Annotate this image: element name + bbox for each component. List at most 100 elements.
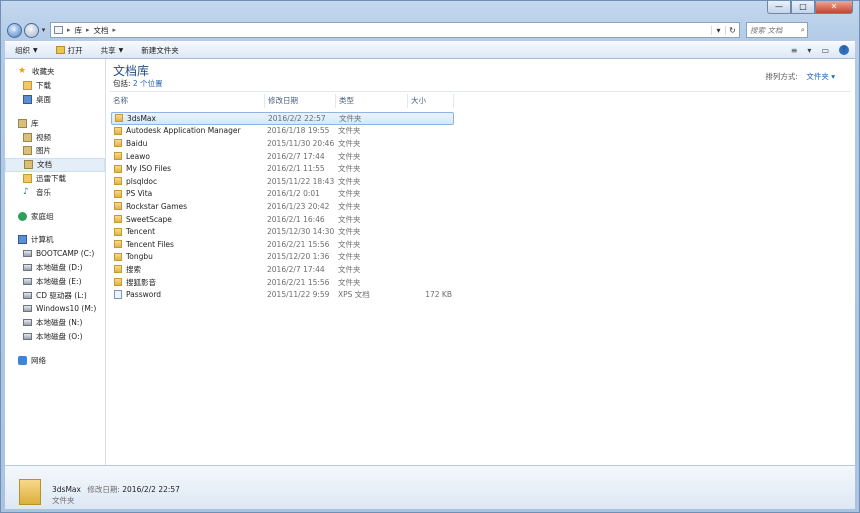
close-button[interactable]: ✕ bbox=[815, 1, 853, 14]
sidebar-item-drive-e[interactable]: 本地磁盘 (E:) bbox=[5, 274, 105, 288]
sidebar-item-drive-n[interactable]: 本地磁盘 (N:) bbox=[5, 316, 105, 330]
arrange-by-dropdown[interactable]: 文件夹 ▾ bbox=[806, 72, 835, 81]
address-bar[interactable]: ▸ 库 ▸ 文档 ▸ ▾ ↻ bbox=[50, 22, 740, 38]
file-name: Password bbox=[126, 290, 162, 300]
file-date: 2016/1/2 0:01 bbox=[267, 189, 320, 199]
star-icon: ★ bbox=[18, 66, 27, 77]
sidebar-item-drive-m[interactable]: Windows10 (M:) bbox=[5, 302, 105, 316]
table-row[interactable]: Password 2015/11/22 9:59 XPS 文档 172 KB bbox=[111, 288, 454, 301]
preview-pane-icon[interactable]: ▭ bbox=[821, 46, 829, 55]
file-type: 文件夹 bbox=[338, 239, 361, 249]
command-bar: 组织 ▼ 打开 共享 ▼ 新建文件夹 ≡ ▾ ▭ ? bbox=[5, 41, 855, 59]
maximize-button[interactable]: □ bbox=[791, 1, 815, 14]
file-name-cell: PS Vita bbox=[111, 189, 265, 198]
sidebar-item-drive-o[interactable]: 本地磁盘 (O:) bbox=[5, 330, 105, 344]
sidebar-item-label: 本地磁盘 (O:) bbox=[36, 331, 83, 341]
thunder-download-icon bbox=[23, 173, 32, 183]
sidebar-item-drive-d[interactable]: 本地磁盘 (D:) bbox=[5, 261, 105, 275]
sidebar-item-thunder-downloads[interactable]: 迅雷下载 bbox=[5, 172, 105, 186]
table-row[interactable]: Autodesk Application Manager 2016/1/18 19… bbox=[111, 125, 454, 138]
column-header-date[interactable]: 修改日期 bbox=[265, 94, 336, 108]
sidebar-item-favorites[interactable]: ★ 收藏夹 bbox=[5, 65, 105, 79]
folder-icon bbox=[114, 252, 122, 261]
file-date: 2015/11/22 18:43 bbox=[267, 176, 335, 186]
help-icon[interactable]: ? bbox=[839, 45, 849, 55]
sidebar-item-label: BOOTCAMP (C:) bbox=[36, 249, 95, 259]
column-header-size[interactable]: 大小 bbox=[408, 94, 454, 108]
sidebar-item-libraries[interactable]: 库 bbox=[5, 116, 105, 130]
search-placeholder: 搜索 文档 bbox=[750, 25, 783, 35]
folder-icon bbox=[114, 189, 122, 198]
details-name-line: 3dsMax 修改日期: 2016/2/2 22:57 bbox=[52, 484, 180, 495]
table-row[interactable]: Rockstar Games 2016/1/23 20:42 文件夹 bbox=[111, 200, 454, 213]
refresh-icon[interactable]: ↻ bbox=[725, 25, 739, 35]
back-arrow-icon[interactable]: ‹ bbox=[7, 22, 22, 38]
column-header-name[interactable]: 名称 bbox=[110, 94, 265, 108]
sidebar-item-drive-l[interactable]: CD 驱动器 (L:) bbox=[5, 288, 105, 302]
file-date: 2016/2/7 17:44 bbox=[267, 264, 325, 274]
sidebar-item-desktop[interactable]: 桌面 bbox=[5, 93, 105, 107]
locations-link[interactable]: 2 个位置 bbox=[133, 79, 163, 88]
file-name: plsqldoc bbox=[126, 176, 158, 186]
sidebar-item-computer[interactable]: 计算机 bbox=[5, 233, 105, 247]
open-button[interactable]: 打开 bbox=[55, 45, 83, 56]
sidebar-item-homegroup[interactable]: 家庭组 bbox=[5, 209, 105, 223]
sidebar-item-music[interactable]: ♪ 音乐 bbox=[5, 185, 105, 199]
search-input[interactable]: 搜索 文档 ⌕ bbox=[746, 22, 808, 38]
address-dropdown-icon[interactable]: ▾ bbox=[711, 25, 725, 35]
sidebar-item-drive-c[interactable]: BOOTCAMP (C:) bbox=[5, 247, 105, 261]
table-row[interactable]: Tongbu 2015/12/20 1:36 文件夹 bbox=[111, 251, 454, 264]
table-row[interactable]: Baidu 2015/11/30 20:46 文件夹 bbox=[111, 137, 454, 150]
sidebar-item-label: 家庭组 bbox=[31, 211, 54, 221]
table-row[interactable]: Leawo 2016/2/7 17:44 文件夹 bbox=[111, 150, 454, 163]
chevron-down-icon[interactable]: ▾ bbox=[807, 46, 811, 55]
file-name-cell: 3dsMax bbox=[112, 114, 266, 123]
sidebar-item-label: 视频 bbox=[36, 132, 51, 142]
file-type: 文件夹 bbox=[338, 252, 361, 262]
organize-button[interactable]: 组织 ▼ bbox=[15, 45, 38, 56]
sidebar-item-label: 文档 bbox=[37, 160, 52, 170]
file-date: 2016/2/1 11:55 bbox=[267, 164, 325, 174]
file-name: Rockstar Games bbox=[126, 201, 188, 211]
sidebar-item-pictures[interactable]: 图片 bbox=[5, 144, 105, 158]
table-row[interactable]: 搜狐影音 2016/2/21 15:56 文件夹 bbox=[111, 276, 454, 289]
breadcrumb-separator[interactable]: ▸ bbox=[67, 26, 71, 34]
table-row[interactable]: My ISO Files 2016/2/1 11:55 文件夹 bbox=[111, 162, 454, 175]
breadcrumb-separator[interactable]: ▸ bbox=[86, 26, 90, 34]
file-name-cell: 搜狐影音 bbox=[111, 277, 265, 288]
table-row[interactable]: SweetScape 2016/2/1 16:46 文件夹 bbox=[111, 213, 454, 226]
column-header-type[interactable]: 类型 bbox=[336, 94, 408, 108]
minimize-button[interactable]: — bbox=[767, 1, 791, 14]
change-view-icon[interactable]: ≡ bbox=[791, 46, 798, 55]
sidebar-item-label: 桌面 bbox=[36, 94, 51, 104]
forward-arrow-icon[interactable]: › bbox=[24, 22, 39, 38]
file-rows: 3dsMax 2016/2/2 22:57 文件夹 Autodesk Applicat… bbox=[111, 112, 454, 301]
sidebar-item-network[interactable]: 网络 bbox=[5, 353, 105, 367]
caption-buttons: — □ ✕ bbox=[767, 1, 853, 14]
recent-pages-dropdown[interactable]: ▾ bbox=[39, 26, 48, 34]
table-row[interactable]: 搜索 2016/2/7 17:44 文件夹 bbox=[111, 263, 454, 276]
file-name-cell: SweetScape bbox=[111, 215, 265, 224]
sidebar-item-documents[interactable]: 文档 bbox=[5, 157, 105, 172]
table-row[interactable]: Tencent Files 2016/2/21 15:56 文件夹 bbox=[111, 238, 454, 251]
table-row[interactable]: PS Vita 2016/1/2 0:01 文件夹 bbox=[111, 188, 454, 201]
new-folder-button[interactable]: 新建文件夹 bbox=[141, 45, 179, 56]
xps-document-icon bbox=[114, 290, 122, 300]
breadcrumb-documents[interactable]: 文档 bbox=[94, 25, 109, 36]
table-row[interactable]: Tencent 2015/12/30 14:30 文件夹 bbox=[111, 225, 454, 238]
details-pane: 3dsMax 修改日期: 2016/2/2 22:57 文件夹 bbox=[5, 465, 855, 509]
column-headers: 名称 修改日期 类型 大小 bbox=[110, 94, 454, 108]
drive-icon bbox=[23, 263, 32, 271]
breadcrumb-libraries[interactable]: 库 bbox=[75, 25, 83, 36]
sidebar-item-label: 本地磁盘 (E:) bbox=[36, 276, 82, 286]
breadcrumb-separator[interactable]: ▸ bbox=[113, 26, 117, 34]
table-row[interactable]: 3dsMax 2016/2/2 22:57 文件夹 bbox=[111, 112, 454, 125]
sidebar-item-downloads[interactable]: 下载 bbox=[5, 79, 105, 93]
table-row[interactable]: plsqldoc 2015/11/22 18:43 文件夹 bbox=[111, 175, 454, 188]
file-name-cell: My ISO Files bbox=[111, 164, 265, 173]
file-date: 2016/2/1 16:46 bbox=[267, 214, 325, 224]
share-button[interactable]: 共享 ▼ bbox=[101, 45, 124, 56]
folder-icon bbox=[19, 479, 41, 505]
search-icon[interactable]: ⌕ bbox=[801, 25, 805, 35]
sidebar-item-videos[interactable]: 视频 bbox=[5, 130, 105, 144]
